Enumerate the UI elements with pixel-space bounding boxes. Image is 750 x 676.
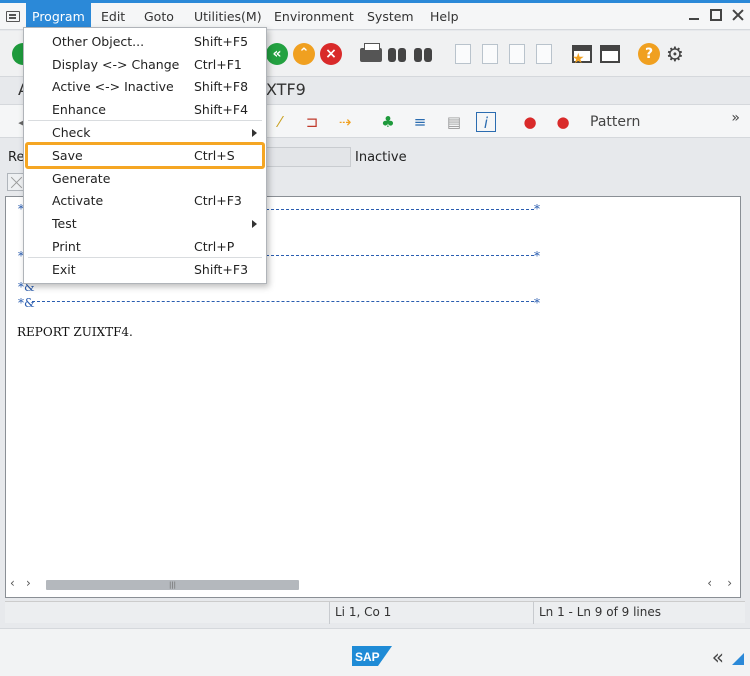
minimize-icon[interactable] bbox=[688, 9, 700, 21]
footer-bar: SAP « bbox=[0, 628, 750, 676]
menu-item-shortcut: Shift+F8 bbox=[194, 79, 249, 94]
menu-separator bbox=[28, 120, 262, 121]
menu-item-generate[interactable]: Generate bbox=[24, 168, 266, 190]
close-icon[interactable] bbox=[732, 9, 744, 21]
menu-item-label: Enhance bbox=[52, 102, 106, 117]
scroll-thumb[interactable]: ||| bbox=[46, 580, 299, 590]
page-title-end: XTF9 bbox=[266, 80, 306, 99]
window-controls bbox=[688, 9, 744, 21]
save-highlight-box bbox=[25, 142, 265, 169]
first-page-icon[interactable] bbox=[455, 44, 471, 64]
menu-item-shortcut: Ctrl+F1 bbox=[194, 57, 242, 72]
comment-divider bbox=[32, 301, 534, 302]
menu-item-activate[interactable]: Activate Ctrl+F3 bbox=[24, 190, 266, 212]
cancel-icon[interactable]: × bbox=[320, 43, 342, 65]
menu-help[interactable]: Help bbox=[424, 3, 465, 30]
submenu-arrow-icon bbox=[252, 129, 257, 137]
navigation-icon[interactable]: ⇢ bbox=[335, 112, 355, 132]
gear-icon[interactable]: ⚙ bbox=[664, 43, 686, 65]
pretty-printer-icon[interactable]: ⁄ bbox=[270, 112, 290, 132]
menu-system[interactable]: System bbox=[361, 3, 420, 30]
new-session-icon[interactable]: ★ bbox=[572, 45, 592, 67]
report-label: Re bbox=[8, 150, 25, 165]
menu-item-check[interactable]: Check bbox=[24, 122, 266, 144]
menu-bar: Program Edit Goto Utilities(M) Environme… bbox=[0, 3, 750, 30]
pattern-button[interactable]: Pattern bbox=[584, 105, 646, 139]
menu-item-other-object[interactable]: Other Object... Shift+F5 bbox=[24, 31, 266, 53]
menu-program[interactable]: Program bbox=[26, 3, 91, 30]
maximize-icon[interactable] bbox=[710, 9, 722, 21]
sap-logo: SAP bbox=[352, 646, 392, 666]
submenu-arrow-icon bbox=[252, 220, 257, 228]
menu-item-label: Other Object... bbox=[52, 34, 145, 49]
comment-end-mark: * bbox=[534, 296, 540, 310]
menu-item-label: Check bbox=[52, 125, 91, 140]
next-page-icon[interactable] bbox=[509, 44, 525, 64]
menu-item-display-change[interactable]: Display <-> Change Ctrl+F1 bbox=[24, 54, 266, 76]
program-name-field bbox=[265, 147, 351, 167]
editor-status-bar: Li 1, Co 1 Ln 1 - Ln 9 of 9 lines bbox=[5, 601, 745, 624]
menu-item-label: Test bbox=[52, 216, 77, 231]
help-icon[interactable]: ? bbox=[638, 43, 660, 65]
menu-item-label: Active <-> Inactive bbox=[52, 79, 174, 94]
comment-mark: * bbox=[534, 202, 540, 216]
menu-goto[interactable]: Goto bbox=[138, 3, 180, 30]
exit-icon[interactable]: ⌃ bbox=[293, 43, 315, 65]
hierarchy-icon[interactable]: ♣ bbox=[378, 112, 398, 132]
status-divider bbox=[329, 602, 330, 624]
program-menu-dropdown: Other Object... Shift+F5 Display <-> Cha… bbox=[23, 27, 267, 284]
line-count: Ln 1 - Ln 9 of 9 lines bbox=[539, 605, 661, 619]
object-list-icon[interactable]: ≡ bbox=[410, 112, 430, 132]
resize-corner-icon[interactable] bbox=[732, 653, 744, 665]
menu-item-active-inactive[interactable]: Active <-> Inactive Shift+F8 bbox=[24, 76, 266, 98]
breakpoint-icon[interactable]: ● bbox=[520, 112, 540, 132]
menu-item-label: Generate bbox=[52, 171, 111, 186]
scroll-right-small-icon[interactable]: › bbox=[26, 576, 31, 590]
menu-item-exit[interactable]: Exit Shift+F3 bbox=[24, 259, 266, 281]
menu-item-enhance[interactable]: Enhance Shift+F4 bbox=[24, 99, 266, 121]
menu-environment[interactable]: Environment bbox=[268, 3, 360, 30]
menu-icon[interactable] bbox=[6, 11, 20, 22]
status-text: Inactive bbox=[355, 150, 407, 165]
menu-item-print[interactable]: Print Ctrl+P bbox=[24, 236, 266, 258]
display-object-icon[interactable]: ▤ bbox=[444, 112, 464, 132]
scroll-page-right-icon[interactable]: › bbox=[727, 576, 732, 590]
menu-item-shortcut: Shift+F4 bbox=[194, 102, 249, 117]
svg-text:SAP: SAP bbox=[355, 650, 380, 664]
menu-separator bbox=[28, 257, 262, 258]
collapse-arrows-icon[interactable]: « bbox=[712, 647, 724, 667]
create-shortcut-icon[interactable] bbox=[600, 45, 620, 63]
menu-item-shortcut: Shift+F3 bbox=[194, 262, 249, 277]
scroll-left-icon[interactable]: ‹ bbox=[10, 576, 15, 590]
info-icon[interactable]: i bbox=[476, 112, 496, 132]
comment-mark: * bbox=[534, 249, 540, 263]
menu-edit[interactable]: Edit bbox=[95, 3, 131, 30]
menu-item-label: Activate bbox=[52, 193, 104, 208]
star-icon: ★ bbox=[572, 51, 585, 67]
find-next-icon[interactable] bbox=[412, 43, 434, 65]
menu-item-test[interactable]: Test bbox=[24, 213, 266, 235]
last-page-icon[interactable] bbox=[536, 44, 552, 64]
code-report-line: REPORT ZUIXTF4. bbox=[17, 325, 133, 339]
horizontal-scrollbar[interactable]: ‹ › ||| ‹ › bbox=[6, 576, 740, 592]
menu-item-shortcut: Ctrl+P bbox=[194, 239, 235, 254]
status-divider bbox=[533, 602, 534, 624]
comment-mark: *& bbox=[18, 296, 35, 310]
session-breakpoint-icon[interactable]: ● bbox=[553, 112, 573, 132]
scroll-page-left-icon[interactable]: ‹ bbox=[707, 576, 712, 590]
print-icon[interactable] bbox=[360, 43, 382, 62]
menu-utilities[interactable]: Utilities(M) bbox=[188, 3, 268, 30]
find-icon[interactable] bbox=[386, 43, 408, 65]
where-used-icon[interactable]: ⊐ bbox=[302, 112, 322, 132]
menu-item-shortcut: Ctrl+F3 bbox=[194, 193, 242, 208]
menu-item-label: Exit bbox=[52, 262, 76, 277]
cursor-position: Li 1, Co 1 bbox=[335, 605, 392, 619]
menu-item-label: Print bbox=[52, 239, 81, 254]
menu-item-shortcut: Shift+F5 bbox=[194, 34, 249, 49]
back-icon[interactable]: « bbox=[266, 43, 288, 65]
previous-page-icon[interactable] bbox=[482, 44, 498, 64]
menu-item-label: Display <-> Change bbox=[52, 57, 180, 72]
more-chevron-icon[interactable]: » bbox=[731, 110, 740, 126]
